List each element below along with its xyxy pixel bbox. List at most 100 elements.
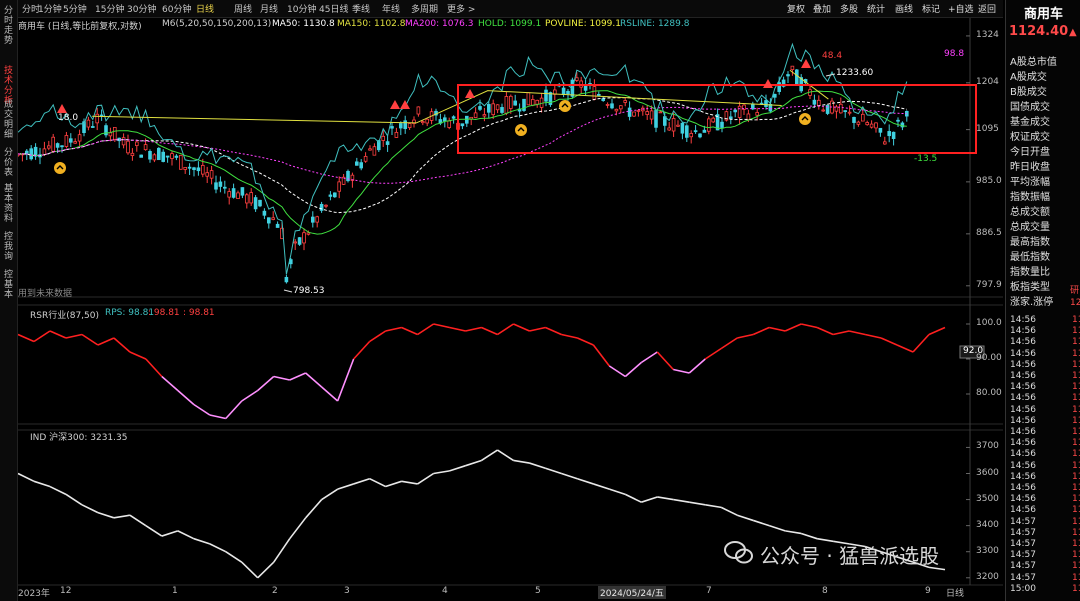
series-segment (465, 326, 482, 332)
period-tab[interactable]: 45日线 (319, 2, 348, 15)
period-tab[interactable]: 日线 (196, 2, 214, 15)
candle-body (486, 104, 491, 113)
period-tab[interactable]: 月线 (260, 2, 278, 15)
tick-time: 14:56 (1010, 348, 1036, 359)
toolbar-button[interactable]: 统计 (867, 2, 885, 15)
period-tab[interactable]: 季线 (352, 2, 370, 15)
side-tab[interactable]: 成交明细 (2, 100, 15, 140)
series-segment (129, 351, 147, 360)
series-segment (896, 344, 914, 353)
tick-value: 11 (1072, 371, 1080, 381)
period-tab[interactable]: 5分钟 (63, 2, 87, 15)
toolbar-button[interactable]: 多股 (840, 2, 858, 15)
tick-time: 14:56 (1010, 438, 1036, 449)
series-segment (353, 477, 370, 485)
series-segment (769, 326, 786, 332)
side-tab[interactable]: 控我询 (2, 232, 15, 262)
candle-body (680, 122, 685, 134)
period-tab[interactable]: 1分钟 (38, 2, 62, 15)
toolbar-button[interactable]: 画线 (895, 2, 913, 15)
tick-value: 11 (1072, 382, 1080, 393)
legend-entry: 商用车 (日线,等比前复权,对数) (18, 22, 142, 32)
tick-value: 11 (1072, 449, 1080, 460)
series-segment (880, 337, 898, 346)
series-segment (97, 337, 115, 346)
quote-field-label: 最低指数 (1010, 252, 1050, 263)
candle-body (425, 118, 429, 124)
period-tab[interactable]: 年线 (382, 2, 400, 15)
candle-body (354, 161, 359, 166)
time-axis-label: 1 (172, 586, 178, 596)
candle-body (561, 87, 566, 95)
candle-body (764, 100, 768, 107)
period-tab[interactable]: 10分钟 (287, 2, 316, 15)
series-segment (641, 496, 658, 503)
value-tick-label: 3300 (976, 545, 999, 556)
candle-body (244, 194, 249, 204)
series-segment (752, 326, 770, 336)
legend-entry: IND 沪深300: 3231.35 (30, 433, 128, 443)
time-axis-label: 8 (822, 586, 828, 596)
quote-field-value: 研 (1070, 286, 1080, 296)
tick-time: 14:56 (1010, 415, 1036, 426)
price-tick-label: 985.0 (976, 175, 1002, 186)
candle-body (86, 119, 91, 128)
candle-body (205, 172, 210, 177)
tick-time: 14:56 (1010, 505, 1036, 516)
price-tick-label: 1324 (976, 29, 999, 40)
candle-body (671, 118, 676, 132)
candle-body (746, 113, 751, 120)
tick-time: 14:56 (1010, 471, 1036, 482)
period-tab[interactable]: 60分钟 (162, 2, 191, 15)
candle-body (77, 134, 82, 142)
period-tab[interactable]: 多周期 (411, 2, 438, 15)
price-tick-label: 1204 (976, 76, 999, 87)
toolbar-button[interactable]: 标记 (922, 2, 940, 15)
period-tab[interactable]: 周线 (234, 2, 252, 15)
quote-field-label: B股成交 (1010, 87, 1047, 98)
series-segment (497, 449, 514, 462)
side-tab[interactable]: 分价表 (2, 148, 15, 178)
chart-annotation: 798.53 (293, 286, 325, 296)
period-tab[interactable]: 15分钟 (95, 2, 124, 15)
candle-body (891, 131, 896, 139)
side-tab[interactable]: 分时走势 (2, 6, 15, 46)
candle-body (196, 167, 201, 172)
candle-body (302, 232, 306, 244)
toolbar-button[interactable]: +自选 (948, 2, 974, 15)
period-tab[interactable]: 30分钟 (127, 2, 156, 15)
candle-body (531, 99, 535, 106)
series-segment (737, 333, 754, 339)
candle-body (896, 119, 900, 122)
toolbar-button[interactable]: 复权 (787, 2, 805, 15)
value-tick-label: 3700 (976, 441, 999, 452)
tick-value: 11 (1072, 516, 1080, 527)
chart-canvas[interactable] (0, 0, 1005, 601)
toolbar-button[interactable]: 叠加 (813, 2, 831, 15)
candle-body (258, 199, 262, 207)
series-segment (209, 414, 226, 420)
series-segment (385, 480, 402, 488)
side-tab[interactable]: 控基本 (2, 270, 15, 300)
candle-body (372, 146, 377, 156)
series-segment (129, 514, 147, 527)
candle-body (183, 167, 188, 170)
candle-body (363, 155, 368, 162)
candle-body (161, 151, 166, 162)
toolbar-button[interactable]: 返回 (978, 2, 996, 15)
series-segment (433, 323, 450, 329)
candle-body (544, 89, 548, 102)
series-segment (465, 459, 482, 467)
tick-value: 11 (1072, 404, 1080, 415)
side-tab[interactable]: 基本资料 (2, 184, 15, 224)
series-segment (161, 530, 179, 537)
candle-body (315, 216, 319, 223)
series-segment (656, 351, 674, 371)
candle-body (698, 133, 702, 138)
candle-body (416, 106, 421, 115)
candle-body (689, 133, 693, 138)
candle-body (491, 103, 495, 116)
candle-body (575, 77, 579, 81)
period-tab[interactable]: 更多 > (447, 2, 475, 15)
legend-entry: MA200: 1076.3 (405, 19, 474, 29)
